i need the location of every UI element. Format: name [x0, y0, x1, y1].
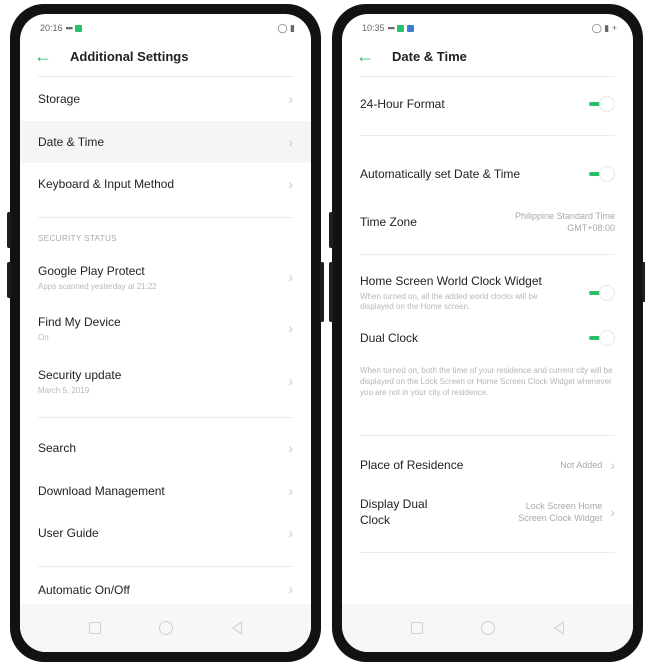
- list-item-automatic-on-off[interactable]: Automatic On/Off ›: [20, 567, 311, 597]
- battery-icon: ◯ ▮: [277, 22, 295, 33]
- setting-place-of-residence[interactable]: Place of Residence Not Added ›: [342, 442, 633, 488]
- header: ← Additional Settings: [20, 36, 311, 76]
- notification-icon: [75, 24, 83, 32]
- setting-24-hour-format[interactable]: 24-Hour Format: [342, 77, 633, 131]
- power-button: [320, 262, 324, 322]
- volume-button: [329, 212, 333, 248]
- toggle-switch[interactable]: [585, 330, 615, 346]
- chevron-right-icon: ›: [288, 440, 293, 456]
- list-item-security-update[interactable]: Security update March 5, 2019 ›: [20, 355, 311, 407]
- item-label: Keyboard & Input Method: [38, 177, 175, 191]
- home-icon[interactable]: [481, 621, 496, 635]
- list-item-storage[interactable]: Storage ›: [20, 77, 311, 121]
- setting-description: When turned on, all the added world cloc…: [360, 292, 538, 311]
- page-title: Additional Settings: [70, 48, 189, 64]
- setting-label: Time Zone: [360, 215, 417, 229]
- setting-dual-clock[interactable]: Dual Clock: [342, 323, 633, 353]
- app-notification-icon: [407, 24, 415, 32]
- list-item-download-management[interactable]: Download Management ›: [20, 470, 311, 512]
- volume-button-2: [7, 262, 11, 298]
- status-time: 10:35: [362, 23, 385, 33]
- toggle-switch[interactable]: [585, 285, 615, 301]
- item-label: Download Management: [38, 484, 165, 498]
- signal-icon: ▪▪▪: [387, 23, 396, 33]
- chevron-right-icon: ›: [288, 525, 293, 541]
- back-arrow-icon[interactable]: ←: [356, 47, 386, 65]
- recent-apps-icon[interactable]: [89, 622, 102, 634]
- setting-label: Place of Residence: [360, 458, 464, 472]
- volume-button: [7, 212, 11, 248]
- toggle-switch[interactable]: [585, 96, 615, 112]
- list-item-user-guide[interactable]: User Guide ›: [20, 512, 311, 554]
- phone-right: 10:35 ▪▪▪ ◯ ▮ + ← Date & Time 24-Hour Fo…: [329, 4, 645, 662]
- time-zone-value: Philippine Standard Time GMT+08:00: [514, 211, 615, 233]
- setting-display-dual-clock[interactable]: Display Dual Clock Lock Screen Home Scre…: [342, 488, 633, 536]
- back-arrow-icon[interactable]: ←: [34, 47, 64, 65]
- back-icon[interactable]: [553, 621, 564, 635]
- list-item-search[interactable]: Search ›: [20, 426, 311, 470]
- item-label: User Guide: [38, 526, 99, 540]
- divider: [360, 135, 615, 136]
- chevron-right-icon: ›: [288, 269, 293, 285]
- header: ← Date & Time: [342, 36, 633, 76]
- divider: [38, 417, 293, 418]
- signal-icon: ▪▪▪: [65, 23, 74, 33]
- setting-label: Automatically set Date & Time: [360, 167, 521, 181]
- home-icon[interactable]: [159, 621, 174, 635]
- screen-left: 20:16 ▪▪▪ ◯ ▮ ← Additional Settings Stor…: [20, 14, 311, 652]
- status-time: 20:16: [40, 23, 63, 33]
- notification-icon: [397, 24, 405, 32]
- divider: [360, 254, 615, 255]
- page-title: Date & Time: [392, 48, 467, 64]
- section-header: SECURITY STATUS: [38, 234, 117, 243]
- residence-value: Not Added: [560, 460, 603, 470]
- setting-label: 24-Hour Format: [360, 97, 445, 111]
- setting-label: Home Screen World Clock Widget: [360, 274, 542, 288]
- status-bar: 10:35 ▪▪▪ ◯ ▮ +: [342, 14, 633, 36]
- item-sublabel: March 5, 2019: [38, 385, 90, 395]
- item-label: Search: [38, 441, 77, 455]
- navigation-bar: [342, 604, 633, 652]
- chevron-right-icon: ›: [610, 504, 615, 520]
- setting-time-zone[interactable]: Time Zone Philippine Standard Time GMT+0…: [342, 202, 633, 242]
- battery-icon: ◯ ▮ +: [591, 22, 617, 33]
- recent-apps-icon[interactable]: [411, 622, 424, 634]
- setting-label: Display Dual Clock: [360, 497, 428, 527]
- volume-button-2: [329, 262, 333, 322]
- item-label: Automatic On/Off: [38, 583, 130, 597]
- chevron-right-icon: ›: [288, 91, 293, 107]
- toggle-switch[interactable]: [585, 166, 615, 182]
- chevron-right-icon: ›: [288, 373, 293, 389]
- item-label: Google Play Protect: [38, 263, 145, 278]
- item-label: Security update: [38, 367, 122, 382]
- chevron-right-icon: ›: [288, 176, 293, 192]
- chevron-right-icon: ›: [610, 457, 615, 473]
- chevron-right-icon: ›: [288, 320, 293, 336]
- display-dual-value: Lock Screen Home Screen Clock Widget: [518, 501, 603, 523]
- status-bar: 20:16 ▪▪▪ ◯ ▮: [20, 14, 311, 36]
- item-sublabel: Apps scanned yesterday at 21:22: [38, 281, 157, 291]
- chevron-right-icon: ›: [288, 483, 293, 499]
- list-item-date-time[interactable]: Date & Time ›: [20, 121, 311, 163]
- item-label: Find My Device: [38, 314, 121, 329]
- screen-right: 10:35 ▪▪▪ ◯ ▮ + ← Date & Time 24-Hour Fo…: [342, 14, 633, 652]
- chevron-right-icon: ›: [288, 581, 293, 597]
- list-item-google-play-protect[interactable]: Google Play Protect Apps scanned yesterd…: [20, 253, 311, 301]
- item-label: Storage: [38, 92, 81, 106]
- divider: [360, 435, 615, 436]
- navigation-bar: [20, 604, 311, 652]
- setting-world-clock-widget[interactable]: Home Screen World Clock Widget When turn…: [342, 263, 633, 323]
- back-icon[interactable]: [231, 621, 242, 635]
- list-item-keyboard[interactable]: Keyboard & Input Method ›: [20, 163, 311, 205]
- list-item-find-my-device[interactable]: Find My Device On ›: [20, 301, 311, 355]
- phone-left: 20:16 ▪▪▪ ◯ ▮ ← Additional Settings Stor…: [7, 4, 324, 662]
- divider: [360, 552, 615, 553]
- item-sublabel: On: [38, 332, 49, 342]
- setting-label: Dual Clock: [360, 331, 419, 345]
- dual-clock-description: When turned on, both the time of your re…: [360, 366, 613, 397]
- item-label: Date & Time: [38, 135, 105, 149]
- setting-auto-date-time[interactable]: Automatically set Date & Time: [342, 146, 633, 202]
- chevron-right-icon: ›: [288, 134, 293, 150]
